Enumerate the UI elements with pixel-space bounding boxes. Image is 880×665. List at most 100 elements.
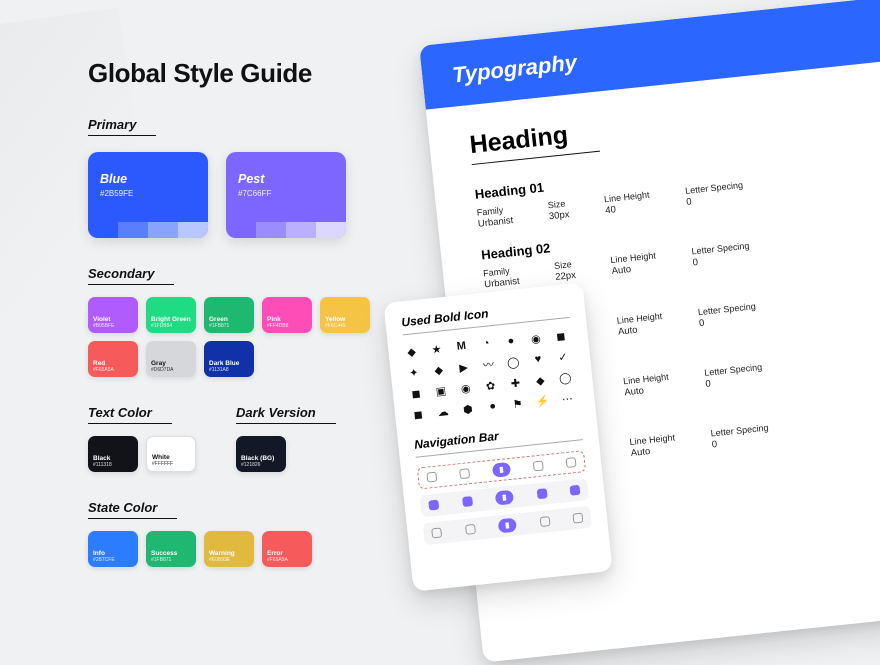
chip-hex: #F65A5A <box>267 557 307 563</box>
chip-hex: #111318 <box>93 462 133 468</box>
dark-version-section-title: Dark Version <box>236 405 336 424</box>
primary-pest-hex: #7C66FF <box>238 189 271 198</box>
chip-label: Gray <box>151 360 191 367</box>
star-icon: ★ <box>429 341 444 356</box>
page-title: Global Style Guide <box>88 58 398 89</box>
chip-label: Black <box>93 455 133 462</box>
bell-icon <box>533 460 544 471</box>
bird-icon: ✦ <box>406 365 421 380</box>
icon-card: Used Bold Icon ◆ ★ M ◔ ● ◉ ◼ ✦ ◆ ▶ 〰 ◯ ♥… <box>383 282 612 591</box>
color-chip: White#FFFFFF <box>146 436 196 472</box>
flag-icon: ⚑ <box>510 396 525 411</box>
send-icon: ▶ <box>456 360 471 375</box>
primary-blue-label: Blue <box>100 172 127 186</box>
size-value: 30px <box>548 209 570 222</box>
chip-label: White <box>152 454 190 461</box>
square-icon: ◼ <box>553 328 568 343</box>
color-chip: Success#1FB871 <box>146 531 196 567</box>
size-value: 22px <box>555 270 577 283</box>
text-color-section-title: Text Color <box>88 405 172 424</box>
color-chip: Warning#E0B93E <box>204 531 254 567</box>
home-icon <box>428 500 439 511</box>
user-icon <box>566 457 577 468</box>
pin-icon: ● <box>485 399 500 414</box>
chip-hex: #FF4DB8 <box>267 323 307 329</box>
dot-icon: ● <box>503 333 518 348</box>
color-chip: Green#1FB871 <box>204 297 254 333</box>
icon-grid: ◆ ★ M ◔ ● ◉ ◼ ✦ ◆ ▶ 〰 ◯ ♥ ✓ ◼ ▣ ◉ ✿ ✚ ◆ … <box>404 328 579 422</box>
circle-icon: ◯ <box>506 354 521 369</box>
secondary-section-title: Secondary <box>88 266 174 285</box>
chip-label: Green <box>209 316 249 323</box>
family-value: Urbanist <box>477 215 513 230</box>
tile-icon: ◼ <box>410 407 425 422</box>
box-icon: ◼ <box>408 386 423 401</box>
user-icon: ◉ <box>528 331 543 346</box>
color-chip: Black#111318 <box>88 436 138 472</box>
ring-icon: ◯ <box>557 370 572 385</box>
color-chip: Dark Blue#1131A8 <box>204 341 254 377</box>
user-icon <box>572 513 583 524</box>
clock-icon: ◔ <box>478 336 493 351</box>
chip-hex: #F6C445 <box>325 323 365 329</box>
typography-section-title: Heading <box>468 118 599 165</box>
add-button[interactable] <box>495 490 514 506</box>
color-chip: Violet#B05BFE <box>88 297 138 333</box>
plus-icon: ✚ <box>508 375 523 390</box>
add-button[interactable] <box>498 518 517 534</box>
chip-label: Yellow <box>325 316 365 323</box>
chip-label: Bright Green <box>151 316 191 323</box>
navigation-bar-rows <box>417 450 592 545</box>
color-chip: Black (BG)#121826 <box>236 436 286 472</box>
chip-hex: #1FB871 <box>151 557 191 563</box>
chip-hex: #1131A8 <box>209 367 249 373</box>
dark-version-row: Black (BG)#121826 <box>236 436 336 472</box>
primary-blue-shades <box>88 222 208 238</box>
shield-icon: ⬢ <box>460 401 475 416</box>
user-icon <box>569 485 580 496</box>
grid-icon <box>459 468 470 479</box>
color-chip: Red#F65A5A <box>88 341 138 377</box>
chip-hex: #121826 <box>241 462 281 468</box>
chip-hex: #1FDB84 <box>151 323 191 329</box>
gear-icon: ✿ <box>483 378 498 393</box>
grid-icon <box>465 524 476 535</box>
cloud-icon: ☁ <box>435 404 450 419</box>
primary-section-title: Primary <box>88 117 156 136</box>
color-chip: Info#2B7CFE <box>88 531 138 567</box>
grid-icon <box>462 496 473 507</box>
primary-pest-label: Pest <box>238 172 264 186</box>
image-icon: ▣ <box>433 383 448 398</box>
home-icon <box>426 472 437 483</box>
chip-label: Info <box>93 550 133 557</box>
check-icon: ✓ <box>555 349 570 364</box>
state-color-row: Info#2B7CFESuccess#1FB871Warning#E0B93EE… <box>88 531 398 567</box>
chip-hex: #D6D7DA <box>151 367 191 373</box>
color-chip: Gray#D6D7DA <box>146 341 196 377</box>
m-icon: M <box>454 339 469 354</box>
phone-icon: ◆ <box>431 362 446 377</box>
bell-icon: ◆ <box>533 373 548 388</box>
chip-label: Error <box>267 550 307 557</box>
color-chip: Pink#FF4DB8 <box>262 297 312 333</box>
chip-label: Pink <box>267 316 307 323</box>
chip-hex: #2B7CFE <box>93 557 133 563</box>
secondary-grid: Violet#B05BFE Bright Green#1FDB84 Green#1F… <box>88 297 378 377</box>
chip-hex: #E0B93E <box>209 557 249 563</box>
state-color-section-title: State Color <box>88 500 177 519</box>
chip-label: Violet <box>93 316 133 323</box>
primary-blue-card: Blue #2B59FE <box>88 152 208 238</box>
home-icon <box>431 527 442 538</box>
diamond-icon: ◆ <box>404 344 419 359</box>
text-color-row: Black#111318White#FFFFFF <box>88 436 196 472</box>
camera-icon: ◉ <box>458 380 473 395</box>
family-value: Urbanist <box>484 276 520 291</box>
add-button[interactable] <box>492 462 511 478</box>
chip-label: Black (BG) <box>241 455 281 462</box>
color-chip: Yellow#F6C445 <box>320 297 370 333</box>
chip-label: Dark Blue <box>209 360 249 367</box>
primary-blue-hex: #2B59FE <box>100 189 133 198</box>
bolt-icon: ⚡ <box>535 393 550 408</box>
chip-hex: #B05BFE <box>93 323 133 329</box>
bell-icon <box>539 516 550 527</box>
